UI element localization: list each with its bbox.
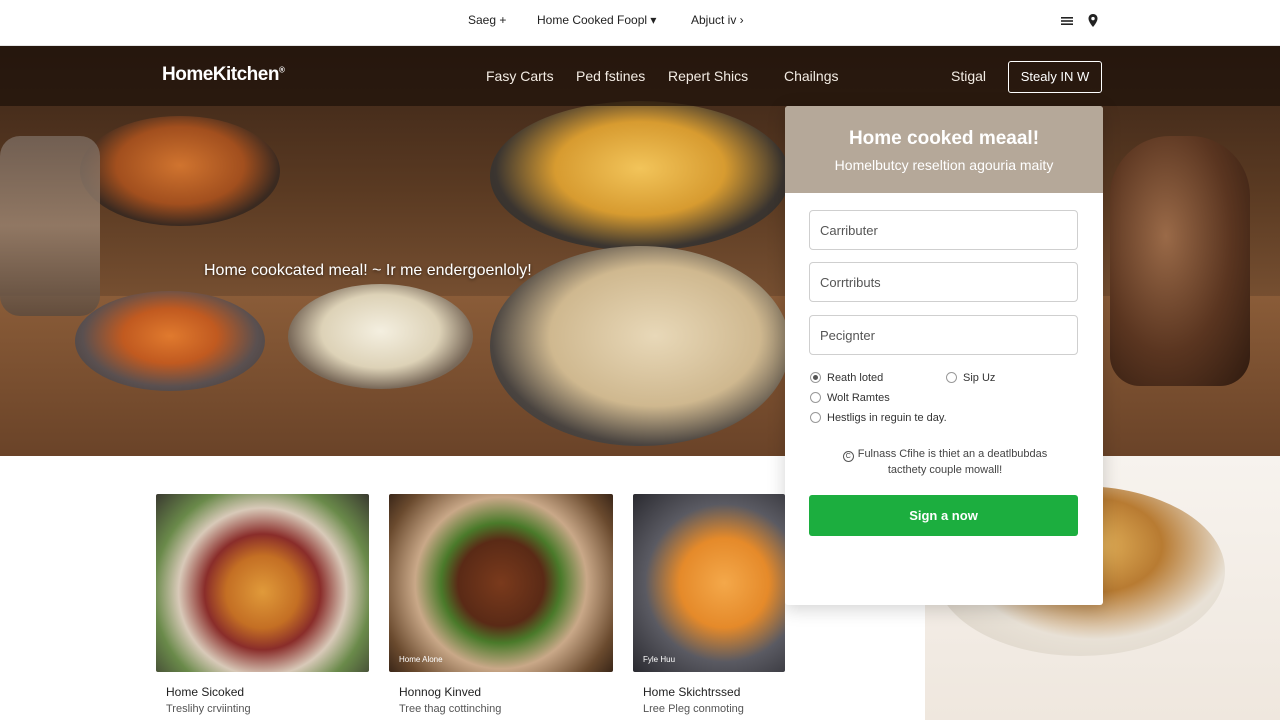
recipe-subtitle: Tree thag cottinching bbox=[399, 703, 502, 715]
recipe-image[interactable]: Fyle Huu bbox=[633, 494, 785, 672]
recipe-image[interactable]: Home Alone bbox=[389, 494, 613, 672]
nav-link-chailngs[interactable]: Chailngs bbox=[784, 68, 838, 84]
contributor-field[interactable] bbox=[809, 210, 1078, 250]
radio-icon[interactable] bbox=[810, 412, 821, 423]
signup-panel-title: Home cooked meaal! bbox=[848, 128, 1040, 149]
bowl-image bbox=[80, 116, 280, 226]
radio-icon[interactable] bbox=[946, 372, 957, 383]
recipe-subtitle: Lree Pleg conmoting bbox=[643, 703, 744, 715]
nav-link-fasy-carts[interactable]: Fasy Carts bbox=[486, 68, 554, 84]
copper-pot-image bbox=[1110, 136, 1250, 386]
register-field[interactable] bbox=[809, 315, 1078, 355]
nav-link-ped-fstines[interactable]: Ped fstines bbox=[576, 68, 645, 84]
option-hestligs[interactable]: Hestligs in reguin te day. bbox=[810, 412, 947, 424]
signup-panel: Home cooked meaal! Homelbutcy reseltion … bbox=[785, 106, 1103, 605]
hero-tagline: Home cookcated meal! ~ Ir me endergoenlo… bbox=[204, 262, 532, 279]
utility-item-about[interactable]: Abjuct iv › bbox=[691, 13, 744, 27]
utility-item-home-cooked[interactable]: Home Cooked Foopl ▾ bbox=[537, 13, 656, 27]
radio-icon[interactable] bbox=[810, 392, 821, 403]
utility-bar: Saeg + Home Cooked Foopl ▾ Abjuct iv › bbox=[0, 0, 1280, 46]
bowl-image bbox=[490, 246, 790, 446]
homekitchen-page: Saeg + Home Cooked Foopl ▾ Abjuct iv › H… bbox=[0, 0, 1280, 720]
recipe-title[interactable]: Home Sicoked bbox=[166, 685, 244, 699]
bowl-image bbox=[490, 101, 790, 251]
menu-lines-icon[interactable] bbox=[1060, 13, 1076, 29]
location-pin-icon[interactable] bbox=[1086, 13, 1102, 29]
signup-panel-subtitle: Homelbutcy reseltion agouria maity bbox=[834, 157, 1054, 173]
image-caption: Fyle Huu bbox=[643, 655, 676, 664]
copyright-icon: C bbox=[842, 451, 854, 462]
image-caption: Home Alone bbox=[399, 655, 443, 664]
option-sip-uz[interactable]: Sip Uz bbox=[946, 372, 995, 384]
sign-up-now-button[interactable]: Sign a now bbox=[809, 495, 1078, 536]
signin-link[interactable]: Stigal bbox=[951, 68, 986, 84]
spice-jar-image bbox=[0, 136, 100, 316]
signup-nav-button[interactable]: Stealy IN W bbox=[1008, 61, 1102, 93]
contributors-field[interactable] bbox=[809, 262, 1078, 302]
recipe-image[interactable] bbox=[156, 494, 369, 672]
radio-selected-icon[interactable] bbox=[810, 372, 821, 383]
bowl-image bbox=[75, 291, 265, 391]
utility-item-search[interactable]: Saeg + bbox=[468, 13, 506, 27]
recipe-title[interactable]: Home Skichtrssed bbox=[643, 685, 740, 699]
nav-link-repert-shics[interactable]: Repert Shics bbox=[668, 68, 748, 84]
option-reath-loted[interactable]: Reath loted bbox=[810, 372, 883, 384]
recipe-title[interactable]: Honnog Kinved bbox=[399, 685, 481, 699]
signup-note: C Fulnass Cfihe is thiet an a deatlbubdas… bbox=[815, 446, 1075, 478]
option-wolt-ramtes[interactable]: Wolt Ramtes bbox=[810, 392, 890, 404]
bowl-image bbox=[288, 284, 473, 389]
site-logo[interactable]: HomeKitchen® bbox=[162, 64, 285, 86]
recipe-subtitle: Treslihy crviinting bbox=[166, 703, 251, 715]
